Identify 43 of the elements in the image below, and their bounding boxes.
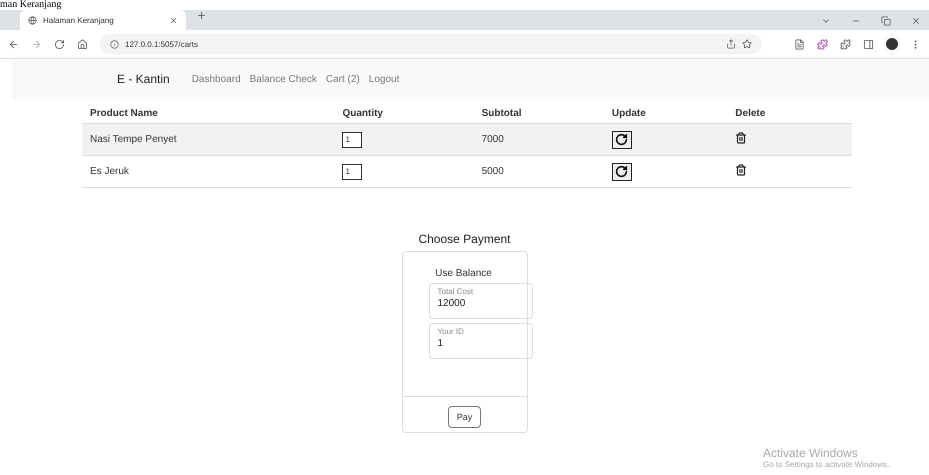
- subtotal-cell: 7000: [474, 124, 604, 156]
- info-icon[interactable]: [110, 40, 119, 48]
- product-name-cell: Es Jeruk: [82, 156, 334, 188]
- trash-icon[interactable]: [735, 164, 748, 176]
- input-field[interactable]: Your ID 1: [428, 323, 532, 359]
- home-icon[interactable]: [77, 38, 88, 50]
- brand-name[interactable]: E - Kantin: [117, 72, 170, 86]
- globe-icon[interactable]: [28, 16, 37, 24]
- trash-icon[interactable]: [735, 132, 748, 144]
- input-field[interactable]: Total Cost 12000: [428, 283, 532, 319]
- profile-avatar[interactable]: [886, 38, 898, 50]
- quantity-field[interactable]: 1: [342, 164, 362, 180]
- side-panel-icon[interactable]: [863, 38, 874, 50]
- nav-link[interactable]: Logout: [368, 74, 404, 84]
- activation-notice-title: Activate Windows: [763, 446, 859, 460]
- puzzle-icon[interactable]: [817, 38, 828, 50]
- section-title: Choose Payment: [418, 232, 511, 246]
- tab-title: Halaman Keranjang: [43, 16, 114, 24]
- subtotal-cell: 5000: [474, 156, 604, 188]
- nav-link[interactable]: Dashboard: [192, 74, 246, 84]
- pay-button[interactable]: Pay: [448, 406, 482, 428]
- star-icon[interactable]: [742, 39, 752, 49]
- extensions-icon[interactable]: [840, 38, 851, 50]
- share-icon[interactable]: [726, 39, 736, 49]
- quantity-field[interactable]: 1: [342, 132, 362, 148]
- page-heading: man Keranjang: [0, 0, 62, 10]
- product-name-cell: Nasi Tempe Penyet: [82, 124, 334, 156]
- plus-icon[interactable]: [196, 10, 207, 21]
- restore-icon[interactable]: [881, 16, 891, 26]
- update-button[interactable]: [612, 130, 632, 148]
- reload-icon[interactable]: [54, 38, 65, 50]
- browser-tab[interactable]: Halaman Keranjang: [20, 10, 186, 30]
- back-icon[interactable]: [8, 38, 19, 50]
- address-bar[interactable]: 127.0.0.1:5057/carts: [100, 34, 762, 54]
- payment-method-label: Use Balance: [435, 268, 492, 279]
- nav-link[interactable]: Cart (2): [326, 74, 365, 84]
- url-text: 127.0.0.1:5057/carts: [125, 40, 198, 48]
- close-icon[interactable]: [169, 16, 178, 24]
- nav-link[interactable]: Balance Check: [250, 74, 322, 84]
- close-icon[interactable]: [911, 16, 921, 26]
- document-icon[interactable]: [794, 38, 805, 50]
- activation-notice-text: Go to Settings to activate Windows.: [763, 460, 890, 469]
- update-button[interactable]: [612, 162, 632, 180]
